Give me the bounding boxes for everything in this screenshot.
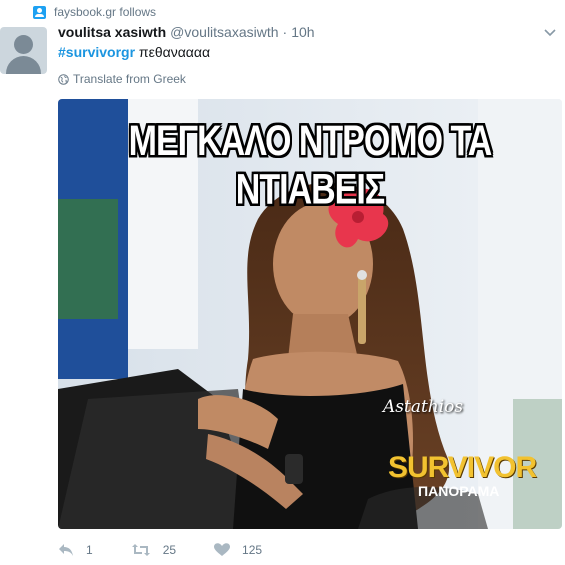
reply-action[interactable]: 1 — [58, 543, 93, 557]
social-context-text[interactable]: faysbook.gr follows — [54, 5, 156, 19]
meme-caption: ΜΕΓΚΑΛΟ ΝΤΡΟΜΟ ΤΑ ΝΤΙΑΒΕΙΣ — [128, 117, 493, 214]
reply-icon — [59, 544, 73, 556]
reply-count: 1 — [86, 543, 93, 557]
survivor-logo-subtitle: ΠΑΝΟΡΑΜΑ — [418, 483, 500, 499]
heart-icon — [214, 543, 231, 556]
like-count: 125 — [242, 543, 263, 557]
chevron-down-icon[interactable] — [543, 26, 557, 40]
tweet-media-image[interactable]: ΜΕΓΚΑΛΟ ΝΤΡΟΜΟ ΤΑ ΝΤΙΑΒΕΙΣ Astathios SUR… — [58, 99, 562, 529]
watermark-text: Astathios — [383, 397, 464, 417]
like-action[interactable]: 125 — [214, 543, 262, 557]
retweet-icon — [131, 544, 150, 556]
author-handle[interactable]: @voulitsaxasiwth — [170, 24, 278, 40]
tweet-actions: 1 25 125 — [58, 540, 300, 560]
tweet-header: voulitsa xasiwth @voulitsaxasiwth · 10h — [58, 24, 315, 42]
retweet-count: 25 — [162, 543, 177, 557]
avatar[interactable] — [0, 27, 47, 74]
follow-context-icon — [33, 5, 46, 19]
author-name[interactable]: voulitsa xasiwth — [58, 24, 166, 40]
avatar-body-shape — [6, 56, 41, 74]
tweet-text: #survivorgr πεθαναααα — [58, 44, 210, 60]
retweet-action[interactable]: 25 — [131, 543, 176, 557]
separator-dot: · — [282, 24, 288, 40]
hashtag-link[interactable]: #survivorgr — [58, 44, 135, 60]
survivor-logo-text: SURVIVOR — [388, 451, 537, 484]
social-context: faysbook.gr follows — [33, 4, 156, 20]
avatar-head-shape — [14, 35, 33, 54]
translate-link[interactable]: Translate from Greek — [58, 72, 186, 86]
tweet-timestamp[interactable]: 10h — [291, 24, 314, 40]
translate-label: Translate from Greek — [73, 72, 186, 86]
globe-icon — [58, 73, 69, 85]
tweet-body: πεθαναααα — [135, 44, 211, 60]
